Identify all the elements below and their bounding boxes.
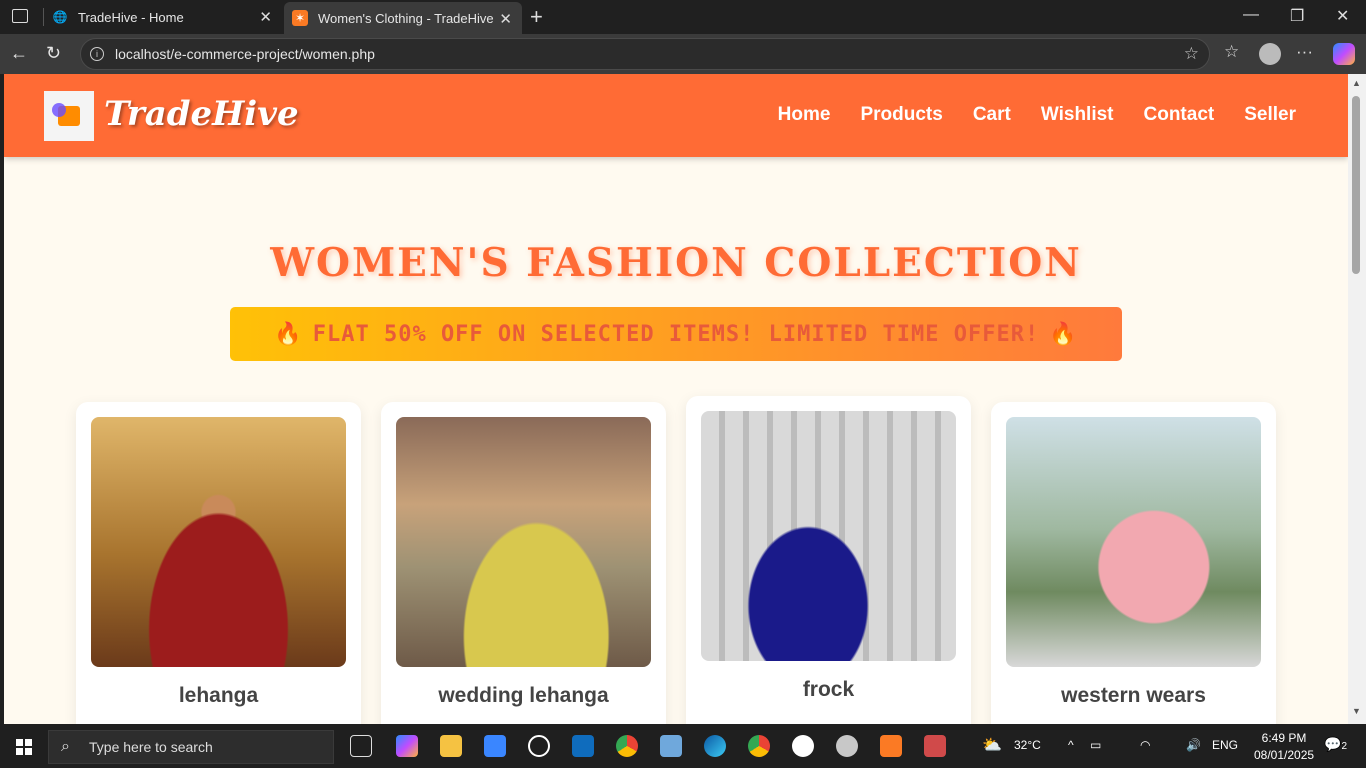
close-tab-icon[interactable]: ✕ [499,10,512,28]
store-icon[interactable] [484,735,506,757]
product-card[interactable]: frock [686,396,971,724]
clock[interactable]: 6:49 PM 08/01/2025 [1254,730,1314,764]
product-card[interactable]: wedding lehanga [381,402,666,724]
task-view-icon[interactable] [350,735,372,757]
paint-icon[interactable] [836,735,858,757]
promo-banner: 🔥 FLAT 50% OFF ON SELECTED ITEMS! LIMITE… [230,307,1122,361]
copilot-taskbar-icon[interactable] [396,735,418,757]
close-window-icon[interactable]: ✕ [1336,6,1349,26]
copilot-icon[interactable] [1333,43,1355,65]
search-icon: ⌕ [61,738,70,755]
outlook-icon[interactable] [572,735,594,757]
tab-actions-icon[interactable] [12,9,28,23]
scroll-up-icon[interactable]: ▲ [1352,78,1361,88]
product-image[interactable] [701,411,956,661]
product-name: frock [802,678,855,701]
product-card[interactable]: lehanga [76,402,361,724]
tab-title: TradeHive - Home [78,9,184,25]
product-name: western wears [1061,684,1206,707]
product-image[interactable] [396,417,651,667]
favorite-star-icon[interactable]: ☆ [1184,44,1199,64]
globe-icon: 🌐 [52,10,68,24]
tab-home[interactable]: 🌐 TradeHive - Home ✕ [44,0,282,34]
tab-womens-clothing[interactable]: ✶ Women's Clothing - TradeHive ✕ [284,2,522,34]
address-bar[interactable]: i localhost/e-commerce-project/women.php… [80,38,1210,70]
page-title: WOMEN'S FASHION COLLECTION [270,240,1082,286]
product-name: lehanga [178,684,259,707]
profile-avatar[interactable] [1259,43,1281,65]
site-header: TradeHive Home Products Cart Wishlist Co… [4,74,1348,157]
computer-icon[interactable] [660,735,682,757]
github-icon[interactable] [792,735,814,757]
taskbar: ⌕ Type here to search ⛅ 32°C ^ ▭ ◠ 🔊 ENG… [0,724,1366,768]
product-card[interactable]: western wears [991,402,1276,724]
restore-icon[interactable]: ❐ [1290,6,1304,26]
close-tab-icon[interactable]: ✕ [259,8,272,26]
wifi-icon[interactable]: ◠ [1140,738,1150,752]
show-hidden-icons[interactable]: ^ [1068,738,1074,752]
edge-icon[interactable] [704,735,726,757]
shopping-bag-icon [52,103,80,126]
xampp-icon: ✶ [292,10,308,26]
notifications-icon[interactable]: 💬2 [1324,736,1347,753]
refresh-icon[interactable]: ↻ [46,43,61,64]
more-icon[interactable]: ··· [1296,42,1313,62]
fire-icon: 🔥 [1049,321,1078,347]
search-placeholder: Type here to search [89,739,213,755]
brand-name[interactable]: TradeHive [104,94,299,134]
info-icon[interactable]: i [90,47,104,61]
main-nav: Home Products Cart Wishlist Contact Sell… [778,104,1296,126]
chrome-icon[interactable] [616,735,638,757]
windows-start-icon[interactable] [16,739,32,755]
nav-home[interactable]: Home [778,104,831,126]
nav-products[interactable]: Products [860,104,942,126]
product-image[interactable] [1006,417,1261,667]
chrome-profile-icon[interactable] [748,735,770,757]
weather-icon[interactable]: ⛅ [982,735,1002,755]
browser-toolbar: ← ↻ i localhost/e-commerce-project/women… [0,34,1366,74]
chatgpt-icon[interactable] [528,735,550,757]
nav-seller[interactable]: Seller [1244,104,1296,126]
favorites-icon[interactable]: ☆ [1224,42,1239,62]
nav-cart[interactable]: Cart [973,104,1011,126]
browser-tab-strip: 🌐 TradeHive - Home ✕ ✶ Women's Clothing … [0,0,1366,34]
product-name: wedding lehanga [438,684,609,707]
url-text: localhost/e-commerce-project/women.php [115,46,375,62]
clock-date: 08/01/2025 [1254,748,1315,762]
scroll-down-icon[interactable]: ▼ [1352,706,1361,716]
web-page: TradeHive Home Products Cart Wishlist Co… [4,74,1348,724]
new-tab-icon[interactable]: + [530,4,543,30]
nav-contact[interactable]: Contact [1144,104,1215,126]
back-icon[interactable]: ← [10,43,28,64]
taskbar-search[interactable]: ⌕ Type here to search [48,730,334,764]
scrollbar-thumb[interactable] [1352,96,1360,274]
logo[interactable] [44,91,94,141]
page-scrollbar[interactable]: ▲ ▼ [1348,74,1366,724]
product-image[interactable] [91,417,346,667]
promo-text: FLAT 50% OFF ON SELECTED ITEMS! LIMITED … [312,321,1040,347]
file-explorer-icon[interactable] [440,735,462,757]
snipping-tool-icon[interactable] [924,735,946,757]
clock-time: 6:49 PM [1261,731,1307,745]
battery-icon[interactable]: ▭ [1090,738,1101,752]
language-indicator[interactable]: ENG [1212,738,1238,752]
weather-temp[interactable]: 32°C [1014,738,1041,752]
xampp-taskbar-icon[interactable] [880,735,902,757]
minimize-icon[interactable]: — [1243,6,1259,24]
fire-icon: 🔥 [274,321,303,347]
nav-wishlist[interactable]: Wishlist [1041,104,1114,126]
volume-icon[interactable]: 🔊 [1186,738,1201,752]
notification-count: 2 [1341,741,1347,752]
tab-title: Women's Clothing - TradeHive [318,10,494,26]
